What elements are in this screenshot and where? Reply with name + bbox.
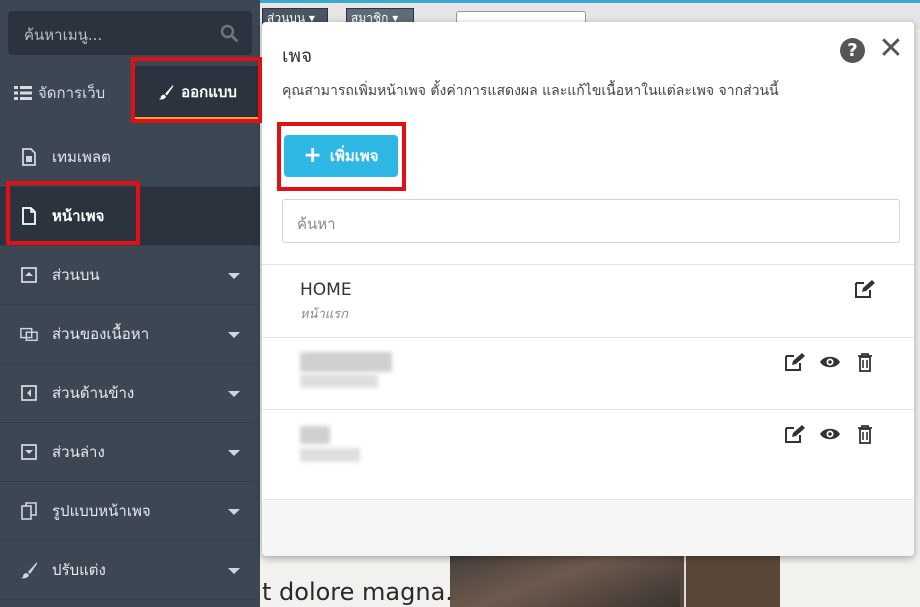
sidebar-item-label: ปรับแต่ง — [52, 561, 106, 579]
page-actions — [784, 352, 876, 372]
tab-manage-label: จัดการเว็บ — [38, 84, 106, 102]
highlight-design-tab — [131, 57, 262, 123]
sidebar-item-header[interactable]: ส่วนบน — [0, 246, 260, 305]
menu-search-placeholder: ค้นหาเมนู... — [24, 26, 103, 44]
sidebar-item-label: เทมเพลต — [52, 148, 111, 166]
highlight-pages-item — [6, 181, 140, 245]
edit-icon[interactable] — [854, 279, 876, 299]
preview-photo-right — [680, 550, 780, 607]
chevron-down-icon — [228, 568, 240, 574]
template-icon — [20, 148, 38, 166]
edit-icon[interactable] — [784, 424, 806, 444]
sidebar-item-label: ส่วนบน — [52, 266, 100, 284]
sidebar-item-template[interactable]: เทมเพลต — [0, 128, 260, 187]
redacted-page-name — [300, 352, 392, 372]
redacted-page-name — [300, 426, 330, 444]
sidebar-item-footer[interactable]: ส่วนล่าง — [0, 423, 260, 482]
sidebar-item-content[interactable]: ส่วนของเนื้อหา — [0, 305, 260, 364]
page-list: HOME หน้าแรก — [262, 264, 914, 500]
list-icon — [14, 86, 32, 100]
trash-icon[interactable] — [854, 352, 876, 372]
edit-icon[interactable] — [784, 352, 806, 372]
pages-modal: เพจ ? ✕ คุณสามารถเพิ่มหน้าเพจ ตั้งค่าการ… — [262, 22, 914, 556]
page-actions — [854, 279, 876, 299]
sidebar-item-label: ส่วนด้านข้าง — [52, 384, 135, 402]
sidebar-item-customize[interactable]: ปรับแต่ง — [0, 541, 260, 600]
sidebar-item-label: ส่วนของเนื้อหา — [52, 325, 150, 343]
page-subtitle: หน้าแรก — [300, 307, 348, 322]
chevron-down-icon — [228, 391, 240, 397]
redacted-page-subtitle — [300, 374, 378, 388]
content-icon — [20, 325, 38, 343]
sidebar-item-label: รูปแบบหน้าเพจ — [52, 502, 151, 520]
copy-icon — [20, 502, 38, 520]
sidebar-item-page-layout[interactable]: รูปแบบหน้าเพจ — [0, 482, 260, 541]
chevron-down-icon — [228, 450, 240, 456]
tab-manage-site[interactable]: จัดการเว็บ — [14, 66, 105, 120]
eye-icon[interactable] — [819, 352, 841, 372]
chevron-down-icon — [228, 509, 240, 515]
brush-icon — [20, 561, 38, 579]
page-row-home: HOME หน้าแรก — [262, 265, 914, 338]
header-icon — [20, 266, 38, 284]
page-search-input[interactable]: ค้นหา — [282, 199, 900, 243]
highlight-add-page-button — [277, 122, 406, 191]
chevron-down-icon — [228, 273, 240, 279]
trash-icon[interactable] — [854, 424, 876, 444]
page-row — [262, 338, 914, 410]
close-icon[interactable]: ✕ — [878, 34, 904, 64]
search-icon — [220, 24, 238, 42]
modal-title: เพจ — [282, 45, 313, 67]
modal-footer — [262, 501, 914, 556]
eye-icon[interactable] — [819, 424, 841, 444]
redacted-page-subtitle — [300, 448, 360, 462]
page-name: HOME — [300, 280, 352, 300]
help-icon[interactable]: ? — [840, 38, 865, 63]
page-row — [262, 410, 914, 500]
menu-search-input[interactable]: ค้นหาเมนู... — [8, 11, 252, 55]
preview-body-text: t dolore magna. — [262, 578, 453, 606]
sidebar-icon — [20, 384, 38, 402]
sidebar-item-aside[interactable]: ส่วนด้านข้าง — [0, 364, 260, 423]
sidebar-item-label: ส่วนล่าง — [52, 443, 105, 461]
chevron-down-icon — [228, 332, 240, 338]
modal-description: คุณสามารถเพิ่มหน้าเพจ ตั้งค่าการแสดงผล แ… — [282, 83, 779, 99]
page-actions — [784, 424, 876, 444]
footer-icon — [20, 443, 38, 461]
page-search-placeholder: ค้นหา — [297, 215, 336, 233]
